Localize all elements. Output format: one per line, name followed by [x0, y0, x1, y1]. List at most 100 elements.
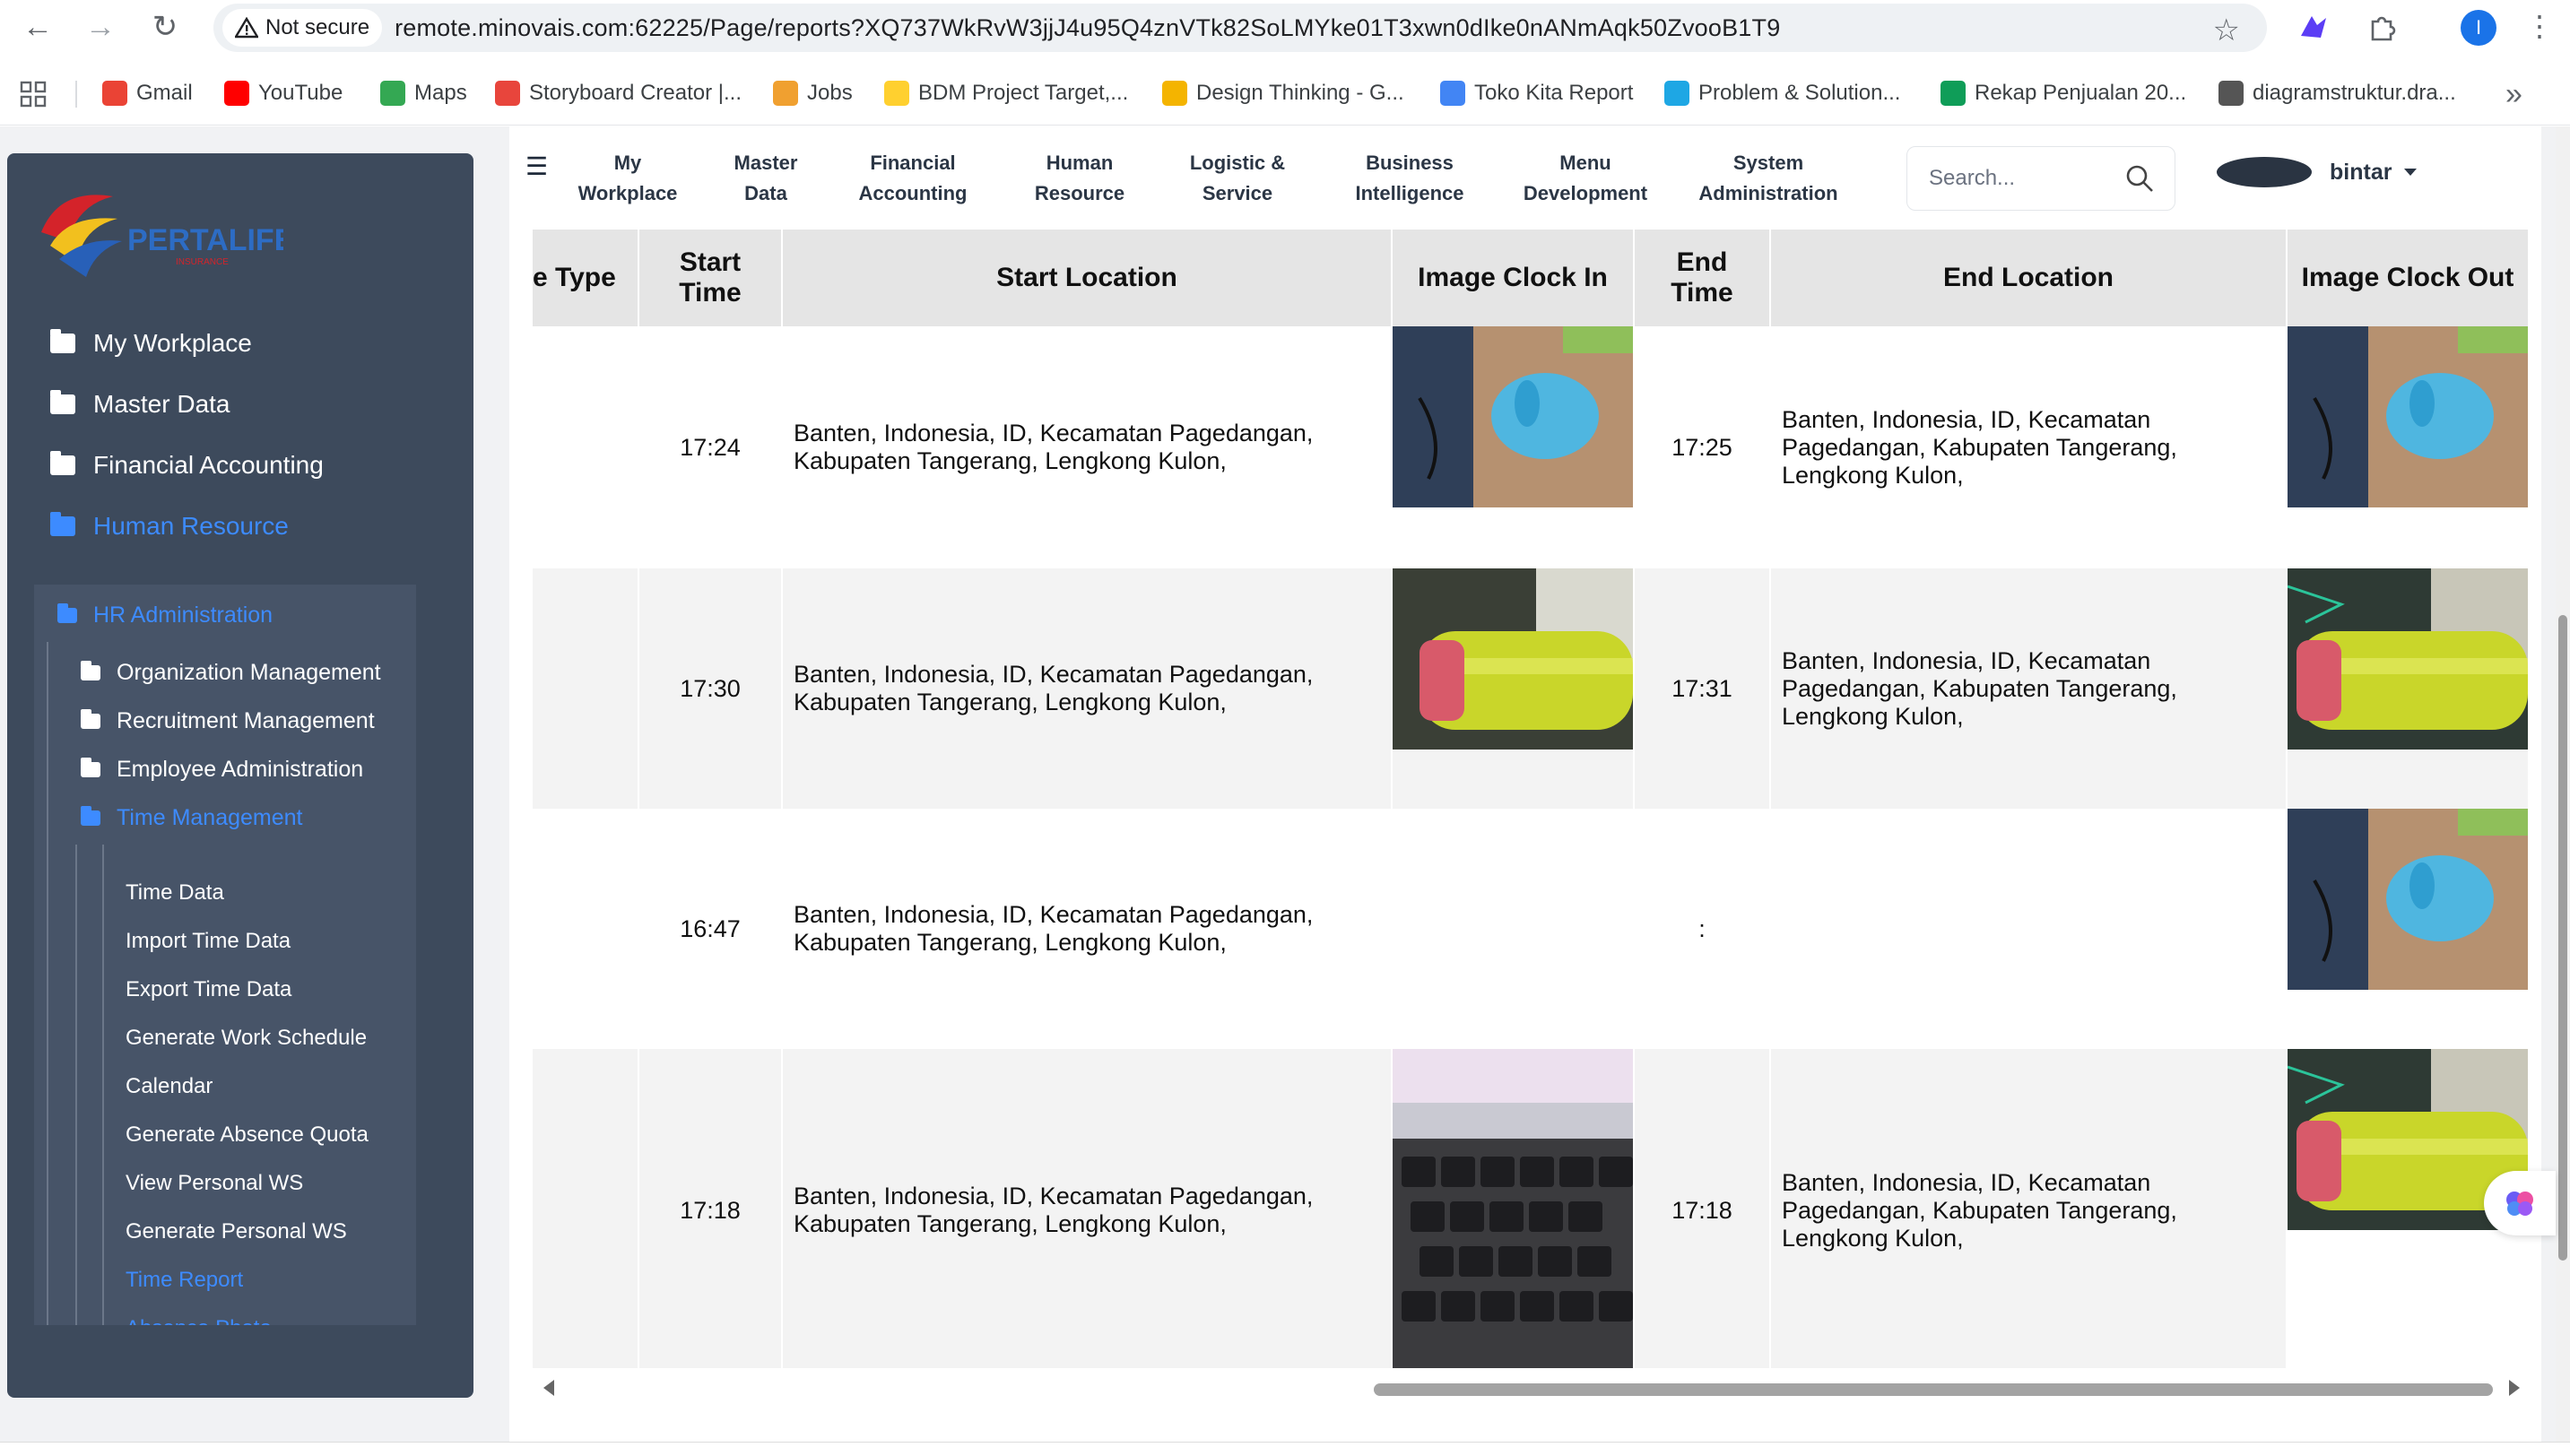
search-icon[interactable]: [2124, 163, 2155, 194]
bookmark-item[interactable]: diagramstruktur.dra...: [2218, 81, 2456, 106]
scrollbar-thumb[interactable]: [2558, 615, 2567, 1261]
sidebar-item-human-resource[interactable]: Human Resource: [50, 512, 289, 541]
sidebar-item-export-time-data[interactable]: Export Time Data: [126, 977, 291, 1002]
topnav-item[interactable]: Menu Development: [1496, 148, 1675, 209]
bookmark-star-icon[interactable]: ☆: [2213, 13, 2240, 48]
bookmark-item[interactable]: Jobs: [773, 81, 853, 106]
sidebar-item-generate-work-schedule[interactable]: Generate Work Schedule: [126, 1026, 367, 1051]
bookmark-item[interactable]: Problem & Solution...: [1664, 81, 1900, 106]
sidebar-item-generate-absence-quota[interactable]: Generate Absence Quota: [126, 1122, 369, 1148]
maps-icon: [380, 81, 405, 106]
sidebar-item-time-management[interactable]: Time Management: [81, 805, 303, 831]
mouse-photo[interactable]: [1393, 326, 1633, 507]
youtube-icon: [224, 81, 249, 106]
keyboard-photo[interactable]: [1393, 1049, 1633, 1368]
ai-assistant-button[interactable]: [2484, 1171, 2556, 1235]
profile-avatar[interactable]: I: [2461, 10, 2496, 46]
bookmark-item[interactable]: Gmail: [102, 81, 193, 106]
start-location-cell: Banten, Indonesia, ID, Kecamatan Pagedan…: [782, 809, 1393, 1049]
start-location-cell: Banten, Indonesia, ID, Kecamatan Pagedan…: [782, 1049, 1393, 1368]
sidebar-item-recruitment-management[interactable]: Recruitment Management: [81, 708, 375, 734]
topnav-item[interactable]: Human Resource: [990, 148, 1169, 209]
bookmark-item[interactable]: YouTube: [224, 81, 343, 106]
address-bar[interactable]: Not secure remote.minovais.com:62225/Pag…: [213, 4, 2267, 52]
folder-icon: [50, 390, 75, 414]
bottle-photo[interactable]: [1393, 568, 1633, 750]
user-menu[interactable]: bintar: [2217, 157, 2418, 187]
pertalife-logo[interactable]: PERTALIFE INSURANCE: [32, 178, 294, 286]
column-header-type[interactable]: e Type: [533, 230, 639, 326]
vertical-scrollbar[interactable]: [2556, 126, 2570, 1444]
caret-down-icon[interactable]: [2404, 169, 2418, 176]
avatar[interactable]: [2217, 157, 2312, 187]
bookmark-label: Toko Kita Report: [1474, 81, 1634, 105]
column-header-start-location[interactable]: Start Location: [782, 230, 1393, 326]
topnav-item[interactable]: Logistic & Service: [1148, 148, 1327, 209]
mouse-photo[interactable]: [2288, 326, 2528, 507]
extensions-puzzle-icon[interactable]: [2364, 9, 2400, 45]
sidebar-item-generate-personal-ws[interactable]: Generate Personal WS: [126, 1219, 347, 1244]
clock-out-image-cell[interactable]: [2287, 568, 2530, 809]
scrollbar-thumb[interactable]: [1374, 1383, 2493, 1396]
sidebar-item-absence-photo[interactable]: Absence Photo: [126, 1316, 272, 1325]
sidebar-item-organization-management[interactable]: Organization Management: [81, 660, 381, 686]
bookmark-item[interactable]: BDM Project Target,...: [884, 81, 1128, 106]
table-row[interactable]: 17:18 Banten, Indonesia, ID, Kecamatan P…: [533, 1049, 2530, 1368]
clock-in-image-cell[interactable]: [1392, 568, 1635, 809]
bookmark-item[interactable]: Design Thinking - G...: [1162, 81, 1404, 106]
column-header-end-location[interactable]: End Location: [1770, 230, 2288, 326]
sidebar-item-my-workplace[interactable]: My Workplace: [50, 329, 252, 358]
table-row[interactable]: 17:24 Banten, Indonesia, ID, Kecamatan P…: [533, 326, 2530, 568]
horizontal-scrollbar[interactable]: [533, 1369, 2532, 1407]
sidebar-item-financial-accounting[interactable]: Financial Accounting: [50, 451, 324, 480]
bookmark-item[interactable]: Storyboard Creator |...: [495, 81, 742, 106]
browser-menu-icon[interactable]: ⋮: [2525, 9, 2554, 43]
bookmarks-divider: [75, 81, 77, 108]
back-icon[interactable]: ←: [20, 9, 56, 45]
extension-icon[interactable]: [2296, 9, 2331, 45]
table-header-row: e Type Start Time Start Location Image C…: [533, 230, 2530, 326]
sidebar-item-time-data[interactable]: Time Data: [126, 880, 224, 906]
column-header-start-time[interactable]: Start Time: [638, 230, 783, 326]
mouse-photo[interactable]: [2288, 809, 2528, 990]
table-row[interactable]: 16:47 Banten, Indonesia, ID, Kecamatan P…: [533, 809, 2530, 1049]
column-header-image-clock-in[interactable]: Image Clock In: [1392, 230, 1635, 326]
clock-out-image-cell[interactable]: [2287, 809, 2530, 1049]
tree-line: [75, 845, 77, 1325]
security-indicator[interactable]: Not secure: [222, 9, 383, 47]
column-header-image-clock-out[interactable]: Image Clock Out: [2287, 230, 2530, 326]
clock-out-image-cell[interactable]: [2287, 326, 2530, 568]
brain-icon: [2506, 1192, 2533, 1216]
bookmark-item[interactable]: Toko Kita Report: [1440, 81, 1633, 106]
more-bookmarks-icon[interactable]: »: [2505, 77, 2522, 112]
sidebar-item-hr-administration[interactable]: HR Administration: [57, 602, 273, 628]
topnav-item[interactable]: System Administration: [1679, 148, 1858, 209]
topnav-item[interactable]: Financial Accounting: [823, 148, 1003, 209]
clock-in-image-cell[interactable]: [1392, 326, 1635, 568]
search-input[interactable]: [1929, 166, 2117, 191]
forward-icon[interactable]: →: [82, 9, 118, 45]
bookmark-item[interactable]: Rekap Penjualan 20...: [1941, 81, 2186, 106]
sidebar-item-import-time-data[interactable]: Import Time Data: [126, 929, 291, 954]
sidebar-item-master-data[interactable]: Master Data: [50, 390, 230, 419]
canva-icon: [1664, 81, 1689, 106]
search-box[interactable]: [1906, 146, 2175, 211]
sidebar-item-label: Employee Administration: [117, 757, 364, 782]
url-text[interactable]: remote.minovais.com:62225/Page/reports?X…: [395, 14, 1780, 42]
apps-grid-icon[interactable]: [20, 81, 47, 112]
bookmark-item[interactable]: Maps: [380, 81, 467, 106]
column-header-end-time[interactable]: End Time: [1634, 230, 1771, 326]
sidebar-item-employee-administration[interactable]: Employee Administration: [81, 757, 363, 783]
bottle-photo[interactable]: [2288, 568, 2528, 750]
scroll-right-icon[interactable]: [2509, 1380, 2520, 1396]
sidebar-item-calendar[interactable]: Calendar: [126, 1074, 213, 1099]
clock-in-image-cell[interactable]: [1392, 1049, 1635, 1368]
folder-icon: [81, 806, 100, 826]
tree-line: [102, 845, 104, 1325]
scroll-left-icon[interactable]: [543, 1380, 554, 1396]
sidebar-item-time-report[interactable]: Time Report: [126, 1268, 243, 1293]
reload-icon[interactable]: ↻: [147, 9, 183, 45]
topnav-item[interactable]: Business Intelligence: [1320, 148, 1499, 209]
sidebar-item-view-personal-ws[interactable]: View Personal WS: [126, 1171, 303, 1196]
table-row[interactable]: 17:30 Banten, Indonesia, ID, Kecamatan P…: [533, 568, 2530, 809]
